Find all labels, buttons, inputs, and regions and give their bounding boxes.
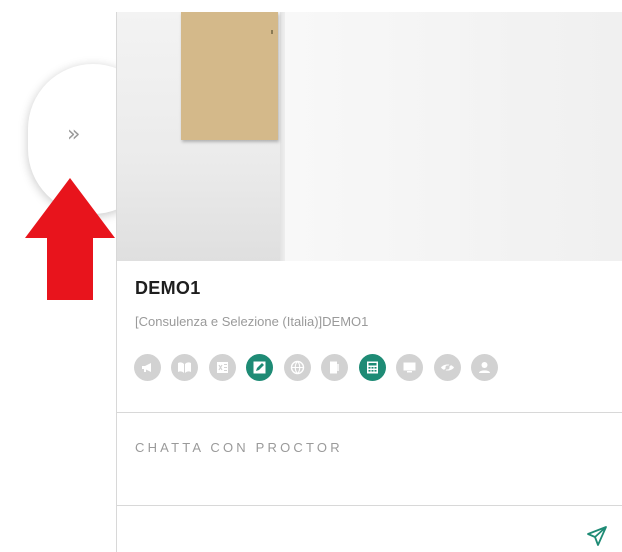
eye-off-icon[interactable] <box>433 354 461 381</box>
edit-icon[interactable] <box>246 354 274 381</box>
user-subtitle: [Consulenza e Selezione (Italia)]DEMO1 <box>135 314 369 329</box>
send-icon[interactable] <box>586 525 608 547</box>
webcam-video <box>117 12 622 261</box>
chat-input[interactable]: CHATTA CON PROCTOR <box>135 440 343 455</box>
book-icon[interactable] <box>171 354 199 381</box>
status-icon-row <box>134 354 504 382</box>
calculator-icon[interactable] <box>358 354 386 381</box>
divider <box>117 412 622 413</box>
screen-icon[interactable] <box>396 354 424 381</box>
person-icon[interactable] <box>471 354 499 381</box>
spreadsheet-icon[interactable] <box>208 354 236 381</box>
divider <box>117 505 622 506</box>
proctor-panel: DEMO1 [Consulenza e Selezione (Italia)]D… <box>116 12 622 552</box>
user-name: DEMO1 <box>135 278 201 298</box>
double-chevron-right-icon[interactable]: » <box>67 122 81 147</box>
red-arrow-up-icon <box>25 178 115 300</box>
video-wall <box>285 12 622 261</box>
door-icon[interactable] <box>321 354 349 381</box>
video-corkboard <box>181 12 278 140</box>
video-pin <box>271 30 273 34</box>
megaphone-icon[interactable] <box>134 354 161 381</box>
globe-icon[interactable] <box>283 354 311 381</box>
